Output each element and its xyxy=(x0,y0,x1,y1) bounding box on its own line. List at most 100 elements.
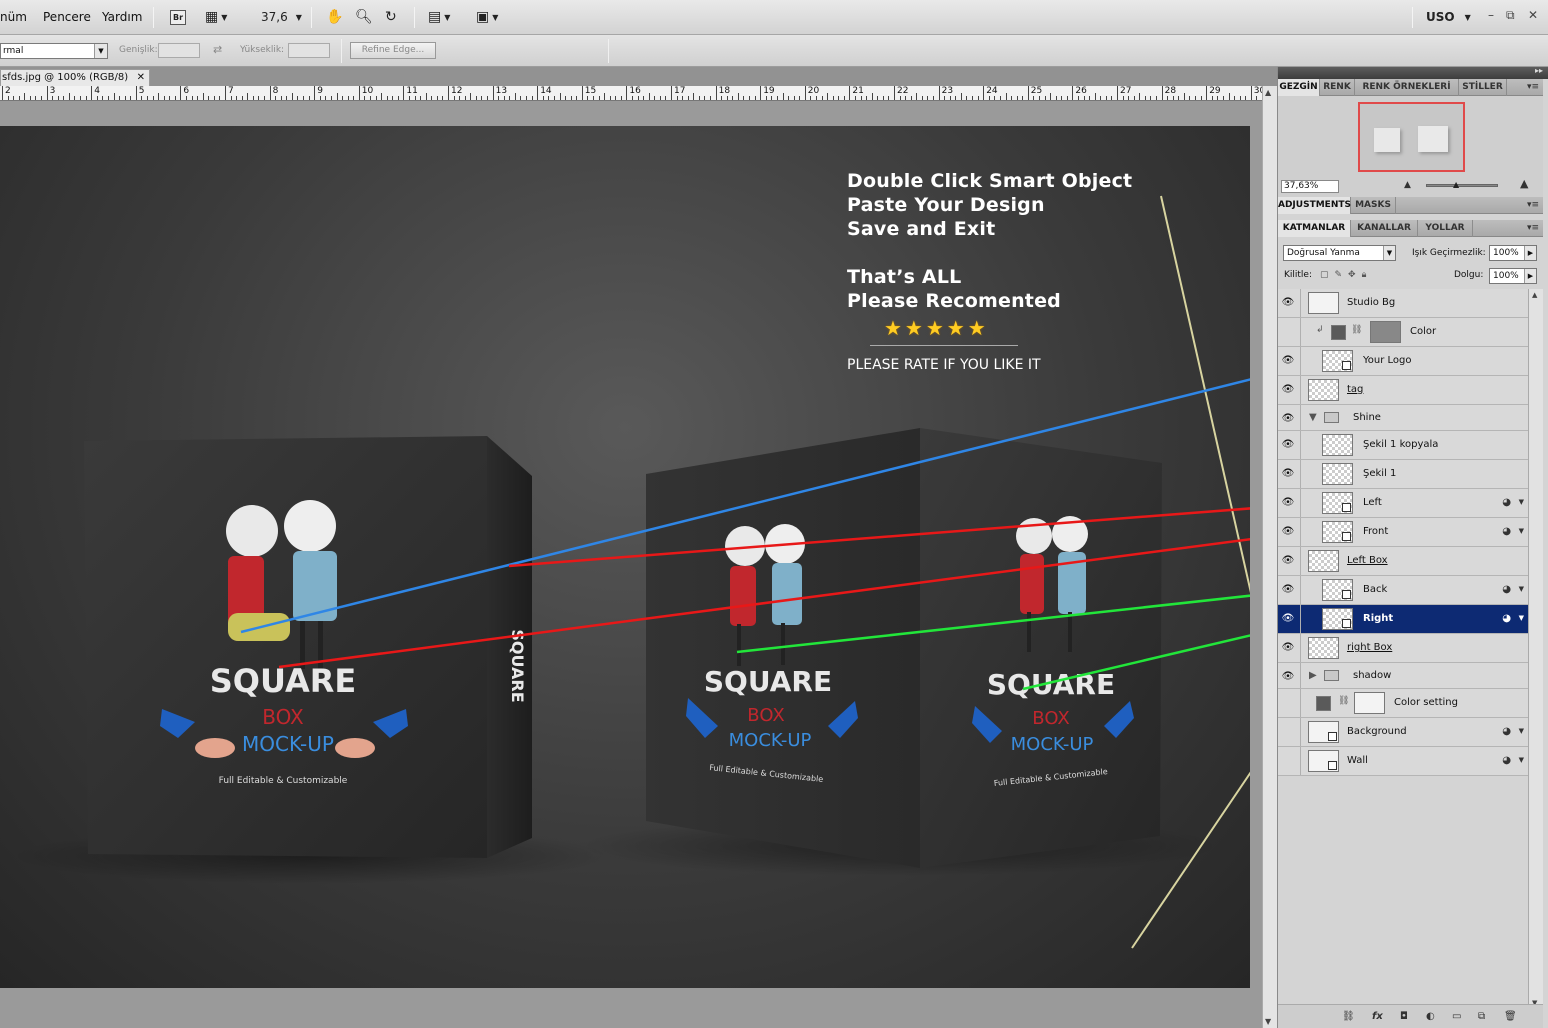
layer-effects-icon[interactable]: ◕ xyxy=(1502,726,1511,737)
zoom-in-icon[interactable]: ▲ xyxy=(1520,177,1528,190)
panel-menu-icon[interactable]: ▾≡ xyxy=(1527,220,1539,236)
blend-mode-select[interactable]: Doğrusal Yanma ▼ xyxy=(1283,245,1396,261)
tab-masks[interactable]: MASKS xyxy=(1351,197,1396,214)
layer-effects-icon[interactable]: ◕ xyxy=(1502,755,1511,766)
zoom-out-icon[interactable]: ▲ xyxy=(1404,180,1411,190)
layer-row-selected[interactable]: 👁︎ Right ◕ ▼ xyxy=(1278,605,1528,634)
add-mask-icon[interactable]: ◘ xyxy=(1400,1011,1408,1022)
scroll-up-icon[interactable]: ▲ xyxy=(1532,291,1537,299)
mockup-canvas[interactable]: SQUARE BOX MOCK-UP Full Editable & Custo… xyxy=(0,126,1250,988)
visibility-eye-icon[interactable]: 👁︎ xyxy=(1281,555,1295,567)
expand-triangle-icon[interactable]: ▼ xyxy=(1309,412,1317,423)
chevron-down-icon[interactable]: ▼ xyxy=(1519,727,1524,735)
layer-row[interactable]: 👁︎ Left Box xyxy=(1278,547,1528,576)
add-style-icon[interactable]: fx xyxy=(1372,1011,1383,1022)
refine-edge-button[interactable]: Refine Edge... xyxy=(350,42,436,59)
visibility-eye-icon[interactable]: 👁︎ xyxy=(1281,468,1295,480)
width-field[interactable] xyxy=(158,43,200,58)
layer-row[interactable]: 👁︎ right Box xyxy=(1278,634,1528,663)
screen-mode-button[interactable]: ▣ ▼ xyxy=(476,8,498,26)
panel-menu-icon[interactable]: ▾≡ xyxy=(1527,197,1539,213)
scroll-down-icon[interactable]: ▼ xyxy=(1265,1017,1271,1026)
layer-row[interactable]: 👁︎ Back ◕ ▼ xyxy=(1278,576,1528,605)
layer-group-row[interactable]: 👁︎ ▼ Shine xyxy=(1278,405,1528,431)
visibility-eye-icon[interactable]: 👁︎ xyxy=(1281,613,1295,625)
menu-view[interactable]: nüm xyxy=(0,10,27,24)
visibility-eye-icon[interactable]: 👁︎ xyxy=(1281,497,1295,509)
tab-color[interactable]: RENK xyxy=(1320,79,1355,96)
visibility-off-icon[interactable] xyxy=(1281,755,1295,767)
visibility-eye-icon[interactable]: 👁︎ xyxy=(1281,297,1295,309)
rotate-view-button[interactable]: ↻ xyxy=(385,8,397,26)
visibility-eye-icon[interactable]: 👁︎ xyxy=(1281,671,1295,683)
new-adjustment-icon[interactable]: ◐ xyxy=(1426,1011,1435,1022)
layer-row[interactable]: 👁︎ Studio Bg xyxy=(1278,289,1528,318)
layer-effects-icon[interactable]: ◕ xyxy=(1502,584,1511,595)
layer-row[interactable]: 👁︎ Your Logo xyxy=(1278,347,1528,376)
layer-row[interactable]: Background ◕ ▼ xyxy=(1278,718,1528,747)
visibility-off-icon[interactable] xyxy=(1281,726,1295,738)
chevron-down-icon[interactable]: ▼ xyxy=(1519,614,1524,622)
layer-effects-icon[interactable]: ◕ xyxy=(1502,497,1511,508)
collapse-triangle-icon[interactable]: ▶ xyxy=(1309,670,1317,681)
slider-handle[interactable]: ▲ xyxy=(1453,180,1459,189)
swap-icon[interactable]: ⇄ xyxy=(213,43,222,56)
workspace-switcher[interactable]: USO ▼ xyxy=(1426,8,1471,26)
arrange-documents-button[interactable]: ▤ ▼ xyxy=(428,8,450,26)
visibility-eye-icon[interactable]: 👁︎ xyxy=(1281,439,1295,451)
new-group-icon[interactable]: ▭ xyxy=(1452,1011,1461,1022)
lock-icons[interactable]: ▢✎✥🔒︎ xyxy=(1320,270,1372,280)
tab-paths[interactable]: YOLLAR xyxy=(1418,220,1473,237)
collapse-icon[interactable]: ▸▸ xyxy=(1535,66,1543,75)
layer-row[interactable]: ↲ ⛓ Color xyxy=(1278,318,1528,347)
visibility-off-icon[interactable] xyxy=(1281,697,1295,709)
visibility-eye-icon[interactable]: 👁︎ xyxy=(1281,355,1295,367)
chevron-down-icon[interactable]: ▼ xyxy=(1519,756,1524,764)
navigator-zoom-field[interactable]: 37,63% xyxy=(1281,180,1339,193)
horizontal-ruler[interactable]: 2 3 4 5 6 7 8 9 10 11 12 13 14 15 16 17 18 19 20 21 22 23 24 25… xyxy=(0,86,1262,101)
zoom-tool-button[interactable]: 🔍︎ xyxy=(355,8,373,26)
layer-group-row[interactable]: 👁︎ ▶ shadow xyxy=(1278,663,1528,689)
scroll-up-icon[interactable]: ▲ xyxy=(1265,88,1271,97)
tab-adjustments[interactable]: ADJUSTMENTS xyxy=(1278,197,1351,214)
tab-styles[interactable]: STİLLER xyxy=(1459,79,1507,96)
link-layers-icon[interactable]: ⛓ xyxy=(1342,1011,1355,1022)
layers-scrollbar[interactable]: ▲ ▼ xyxy=(1528,289,1543,1009)
chevron-down-icon[interactable]: ▼ xyxy=(1519,498,1524,506)
visibility-eye-icon[interactable]: 👁︎ xyxy=(1281,642,1295,654)
document-vertical-scrollbar[interactable]: ▲ ▼ xyxy=(1262,86,1277,1028)
menu-window[interactable]: Pencere xyxy=(43,10,91,24)
visibility-eye-icon[interactable]: 👁︎ xyxy=(1281,526,1295,538)
fill-field[interactable]: 100% ▶ xyxy=(1489,268,1537,284)
view-extras-button[interactable]: ▦ ▼ xyxy=(205,8,227,26)
panel-dock-header[interactable]: ▸▸ xyxy=(1278,66,1548,79)
style-mode-select[interactable]: rmal ▼ xyxy=(0,43,108,59)
minimize-button[interactable]: – xyxy=(1488,8,1494,22)
hand-tool-button[interactable]: ✋ xyxy=(326,8,343,26)
navigator-thumbnail[interactable] xyxy=(1358,102,1465,172)
restore-button[interactable]: ⧉ xyxy=(1506,8,1515,23)
chevron-down-icon[interactable]: ▼ xyxy=(1519,585,1524,593)
layer-row[interactable]: 👁︎ Şekil 1 xyxy=(1278,460,1528,489)
layer-row[interactable]: 👁︎ Front ◕ ▼ xyxy=(1278,518,1528,547)
tab-layers[interactable]: KATMANLAR xyxy=(1278,220,1351,237)
layer-row[interactable]: Wall ◕ ▼ xyxy=(1278,747,1528,776)
layer-row[interactable]: 👁︎ Şekil 1 kopyala xyxy=(1278,431,1528,460)
layer-row[interactable]: ⛓ Color setting xyxy=(1278,689,1528,718)
bridge-button[interactable]: Br xyxy=(170,8,186,26)
close-button[interactable]: ✕ xyxy=(1528,8,1538,22)
new-layer-icon[interactable]: ⧉ xyxy=(1478,1011,1485,1022)
chevron-down-icon[interactable]: ▼ xyxy=(1519,527,1524,535)
layer-effects-icon[interactable]: ◕ xyxy=(1502,526,1511,537)
opacity-field[interactable]: 100% ▶ xyxy=(1489,245,1537,261)
panel-menu-icon[interactable]: ▾≡ xyxy=(1527,79,1539,95)
layer-row[interactable]: 👁︎ Left ◕ ▼ xyxy=(1278,489,1528,518)
visibility-eye-icon[interactable]: 👁︎ xyxy=(1281,584,1295,596)
menu-help[interactable]: Yardım xyxy=(102,10,142,24)
close-tab-icon[interactable]: ✕ xyxy=(137,70,145,86)
navigator-zoom-slider[interactable] xyxy=(1426,184,1498,187)
tab-navigator[interactable]: GEZGİN xyxy=(1278,79,1320,96)
tab-swatches[interactable]: RENK ÖRNEKLERİ xyxy=(1355,79,1459,96)
visibility-eye-icon[interactable]: 👁︎ xyxy=(1281,384,1295,396)
tab-channels[interactable]: KANALLAR xyxy=(1351,220,1418,237)
